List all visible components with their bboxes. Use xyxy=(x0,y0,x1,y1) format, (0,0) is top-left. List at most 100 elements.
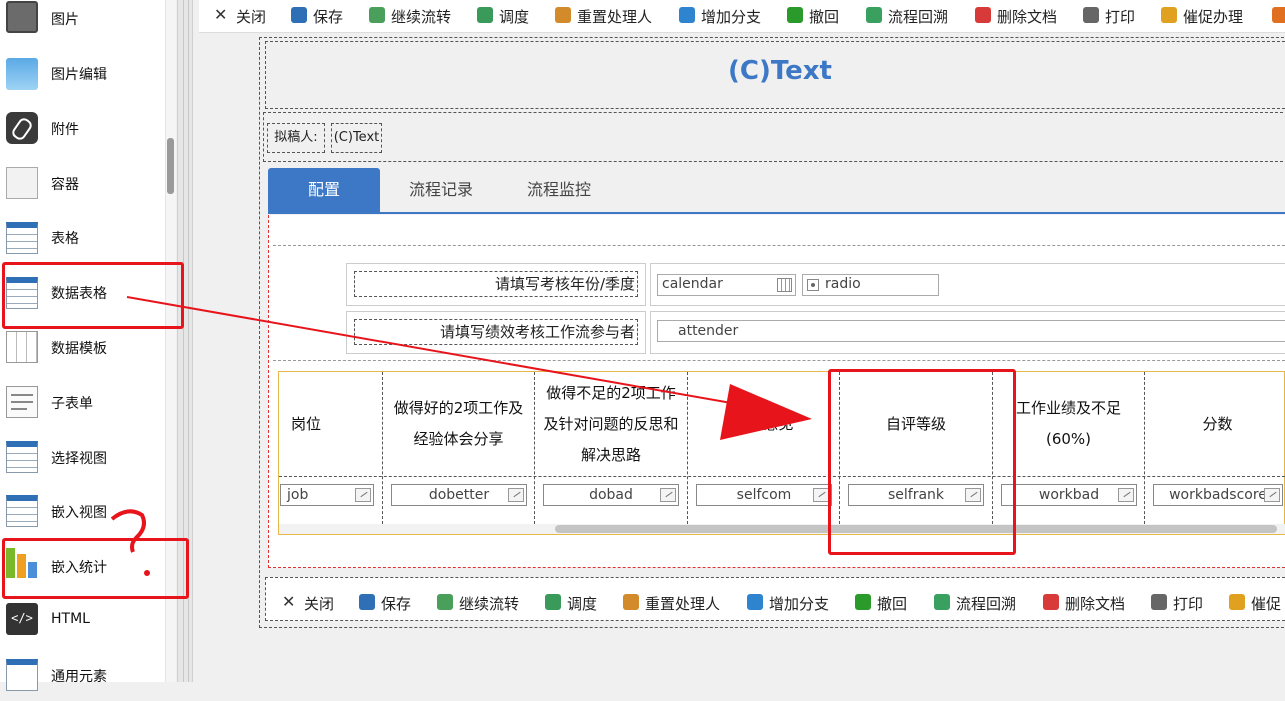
edit-icon[interactable] xyxy=(1118,488,1134,502)
html-icon: </> xyxy=(6,603,38,635)
drafter-panel xyxy=(263,112,1285,162)
dispatch-icon xyxy=(545,594,561,610)
sidebar-item-embed-view[interactable]: 嵌入视图 xyxy=(0,483,168,537)
sidebar-item-attachment[interactable]: 附件 xyxy=(0,100,168,154)
grid-field-value: workbadscore xyxy=(1169,487,1267,503)
sidebar-item-html[interactable]: </> HTML xyxy=(0,593,168,647)
toolbar-button-label: 删除文档 xyxy=(997,8,1058,26)
sidebar-item-label: 表格 xyxy=(51,231,79,247)
overflow-icon[interactable] xyxy=(1272,7,1285,23)
print-icon xyxy=(1151,594,1167,610)
sidebar-item-select-view[interactable]: 选择视图 xyxy=(0,429,168,483)
top-toolbar: ✕ 关闭 保存 继续流转 调度 重置处理人 增加分支 撤回 流程回溯 删除文档 打印 催促办理 xyxy=(199,0,1285,33)
toolbar-button-label: 调度 xyxy=(499,8,530,26)
drafter-value: (C)Text xyxy=(331,123,382,153)
container-icon xyxy=(6,167,38,199)
flow-trace-icon xyxy=(866,7,882,23)
add-branch-icon xyxy=(679,7,695,23)
grid-field-value: dobetter xyxy=(428,487,490,503)
grid-column-divider xyxy=(687,372,688,524)
attender-input[interactable]: attender xyxy=(657,320,1285,342)
embed-view-icon xyxy=(6,495,38,527)
urge-icon xyxy=(1229,594,1245,610)
grid-header-job: 岗位 xyxy=(279,374,382,474)
edit-icon[interactable] xyxy=(508,488,524,502)
sidebar-item-table[interactable]: 表格 xyxy=(0,210,168,264)
edit-icon[interactable] xyxy=(813,488,829,502)
toolbar-button-label: 关闭 xyxy=(236,8,267,26)
calendar-input[interactable]: calendar xyxy=(657,274,796,296)
subform-icon xyxy=(6,386,38,418)
sidebar-item-label: 附件 xyxy=(51,122,79,138)
toolbar-button-label: 打印 xyxy=(1173,595,1204,613)
title-panel: (C)Text xyxy=(265,41,1285,109)
grid-header-label: 工作业绩及不足(60%) xyxy=(1015,399,1121,448)
toolbar-button-label: 继续流转 xyxy=(391,8,452,26)
toolbar-button-label: 催促办理 xyxy=(1183,8,1244,26)
scrollbar-thumb[interactable] xyxy=(167,138,174,194)
grid-header-label: 做得好的2项工作及经验体会分享 xyxy=(393,399,524,448)
reset-handler-icon xyxy=(623,594,639,610)
edit-icon[interactable] xyxy=(660,488,676,502)
toolbar-button-label: 流程回溯 xyxy=(956,595,1017,613)
row1-label: 请填写考核年份/季度 xyxy=(354,271,638,297)
sidebar-item-subform[interactable]: 子表单 xyxy=(0,374,168,428)
grid-field-workbadscore[interactable]: workbadscore xyxy=(1153,484,1283,506)
tab-flow-monitor[interactable]: 流程监控 xyxy=(527,168,591,212)
undo-icon xyxy=(787,7,803,23)
grid-field-dobad[interactable]: dobad xyxy=(543,484,679,506)
edit-icon[interactable] xyxy=(1264,488,1280,502)
radio-icon[interactable] xyxy=(807,279,819,291)
grid-column-divider xyxy=(534,372,535,524)
toolbar-button-label: 撤回 xyxy=(877,595,908,613)
sidebar-item-image[interactable]: 图片 xyxy=(0,0,168,45)
grid-field-job[interactable]: job xyxy=(280,484,374,506)
delete-doc-icon xyxy=(1043,594,1059,610)
grid-field-selfcom[interactable]: selfcom xyxy=(696,484,832,506)
grid-field-value: job xyxy=(287,487,309,503)
tab-config[interactable]: 配置 xyxy=(268,168,380,212)
sidebar-item-label: 通用元素 xyxy=(51,669,107,685)
grid-header-label: 分数 xyxy=(1202,414,1233,433)
grid-header-dobetter: 做得好的2项工作及经验体会分享 xyxy=(383,374,534,474)
sidebar-item-generic-element[interactable]: 通用元素 xyxy=(0,647,168,701)
edit-icon[interactable] xyxy=(355,488,371,502)
grid-field-dobetter[interactable]: dobetter xyxy=(391,484,527,506)
toolbar-button-label: 撤回 xyxy=(809,8,840,26)
attachment-icon xyxy=(6,112,38,144)
dispatch-icon xyxy=(477,7,493,23)
print-icon xyxy=(1083,7,1099,23)
image-icon xyxy=(6,1,38,33)
grid-column-divider xyxy=(382,372,383,524)
tab-flow-record[interactable]: 流程记录 xyxy=(409,168,473,212)
close-icon: ✕ xyxy=(282,592,296,611)
grid-scrollbar[interactable] xyxy=(279,524,1285,534)
flow-trace-icon xyxy=(934,594,950,610)
toolbar-button-label: 打印 xyxy=(1105,8,1136,26)
grid-header-dobad: 做得不足的2项工作及针对问题的反思和解决思路 xyxy=(535,374,687,474)
grid-field-value: dobad xyxy=(589,487,633,503)
save-icon xyxy=(291,7,307,23)
bottom-toolbar: ✕ 关闭 保存 继续流转 调度 重置处理人 增加分支 撤回 流程回溯 删除文档 打印 催促 xyxy=(271,587,1285,619)
sidebar-item-container[interactable]: 容器 xyxy=(0,155,168,209)
toolbar-button-label: 重置处理人 xyxy=(577,8,653,26)
grid-header-label: 自评意见 xyxy=(733,414,794,433)
toolbar-button-label: 继续流转 xyxy=(459,595,520,613)
grid-header-label: 做得不足的2项工作及针对问题的反思和解决思路 xyxy=(543,383,679,464)
close-icon: ✕ xyxy=(214,5,228,24)
grid-field-workbad[interactable]: workbad xyxy=(1001,484,1137,506)
tab-underline xyxy=(268,212,1285,214)
toolbar-button-label: 增加分支 xyxy=(701,8,762,26)
undo-icon xyxy=(855,594,871,610)
radio-input[interactable]: radio xyxy=(802,274,939,296)
sidebar-item-image-edit[interactable]: 图片编辑 xyxy=(0,46,168,100)
data-template-icon xyxy=(6,331,38,363)
annotation-box-selfrank xyxy=(828,369,1016,555)
calendar-icon[interactable] xyxy=(777,278,792,292)
generic-element-icon xyxy=(6,659,38,691)
sidebar-item-label: 子表单 xyxy=(51,396,93,412)
urge-icon xyxy=(1161,7,1177,23)
toolbar-button-label: 删除文档 xyxy=(1065,595,1126,613)
annotation-box-data-table xyxy=(2,262,184,329)
sidebar-item-label: 图片编辑 xyxy=(51,67,107,83)
